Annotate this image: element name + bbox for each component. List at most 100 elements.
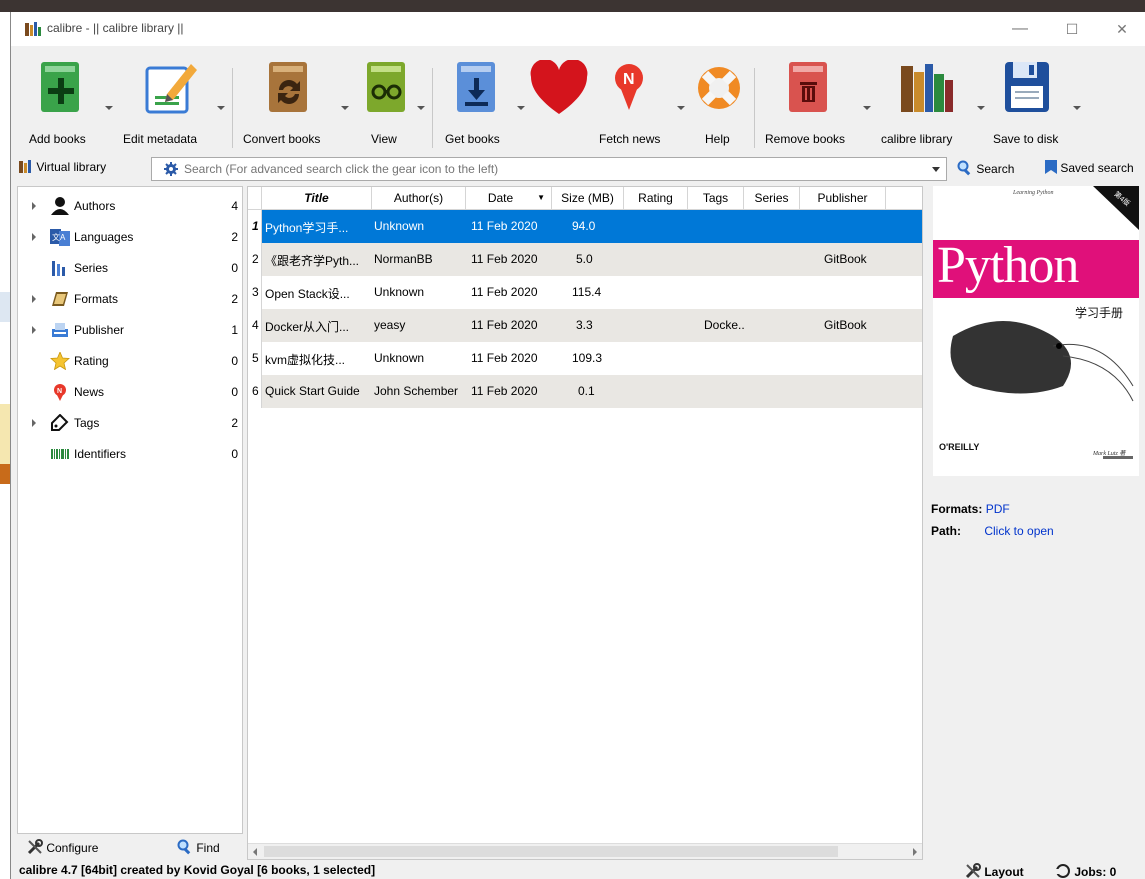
get-books-button[interactable]: Get books [435, 46, 515, 154]
calibre-library-dropdown-arrow[interactable] [977, 106, 985, 110]
authors-icon [51, 197, 69, 215]
background-window-strip [0, 12, 10, 879]
tag-browser-item-series[interactable]: Series 0 [18, 253, 242, 284]
gear-icon[interactable] [164, 162, 178, 176]
virtual-library-button[interactable]: Virtual library [19, 160, 106, 174]
help-label: Help [705, 132, 730, 146]
tag-browser-item-identifiers[interactable]: Identifiers 0 [18, 439, 242, 470]
save-to-disk-dropdown-arrow[interactable] [1073, 106, 1081, 110]
help-lifebuoy-icon [698, 67, 740, 109]
add-books-button[interactable]: Add books [11, 46, 101, 154]
tag-browser-item-languages[interactable]: 文A Languages 2 [18, 222, 242, 253]
save-to-disk-button[interactable]: Save to disk [987, 46, 1067, 154]
cell-title: Open Stack设... [265, 287, 350, 301]
tag-browser-footer: Configure Find [17, 834, 243, 860]
expand-arrow-icon[interactable] [32, 233, 36, 241]
tag-browser-item-tags[interactable]: Tags 2 [18, 408, 242, 439]
format-pdf-link[interactable]: PDF [986, 502, 1010, 516]
path-open-link[interactable]: Click to open [984, 524, 1053, 538]
edit-metadata-icon [145, 64, 197, 114]
add-book-icon [41, 62, 79, 112]
calibre-app-icon [25, 22, 41, 36]
tag-browser-item-publisher[interactable]: Publisher 1 [18, 315, 242, 346]
view-button[interactable]: View [351, 46, 421, 154]
tag-browser-item-news[interactable]: N News 0 [18, 377, 242, 408]
expand-arrow-icon[interactable] [32, 202, 36, 210]
cell-size: 3.3 [576, 318, 593, 332]
search-input[interactable] [184, 160, 924, 178]
cell-date: 11 Feb 2020 [471, 318, 538, 332]
view-dropdown-arrow[interactable] [417, 106, 425, 110]
edit-metadata-dropdown-arrow[interactable] [217, 106, 225, 110]
column-header-date[interactable]: Date ▼ [466, 187, 552, 210]
fetch-news-button[interactable]: N Fetch news [589, 46, 675, 154]
tag-browser-item-rating[interactable]: Rating 0 [18, 346, 242, 377]
expand-arrow-icon[interactable] [32, 419, 36, 427]
svg-text:文A: 文A [52, 232, 66, 242]
convert-books-button[interactable]: Convert books [235, 46, 339, 154]
path-row: Path: Click to open [931, 524, 1054, 538]
edit-metadata-button[interactable]: Edit metadata [115, 46, 225, 154]
horizontal-scrollbar[interactable] [248, 843, 922, 859]
cell-date: 11 Feb 2020 [471, 285, 538, 299]
cover-publisher-logo: O'REILLY [939, 442, 980, 452]
search-field[interactable] [151, 157, 947, 181]
desktop-background-top [0, 0, 1145, 12]
layout-button[interactable]: Layout [965, 863, 1024, 879]
cell-size: 0.1 [578, 384, 595, 398]
cover-subtitle: 学习手册 [1075, 306, 1124, 320]
expand-arrow-icon[interactable] [32, 326, 36, 334]
table-row[interactable]: 6 Quick Start Guide John Schember 11 Feb… [248, 375, 922, 408]
table-row[interactable]: 2 《跟老齐学Pyth... NormanBB 11 Feb 2020 5.0 … [248, 243, 922, 276]
help-button[interactable]: Help [687, 46, 751, 154]
book-cover[interactable]: Learning Python 第4版 Python 学习手册 O'REILLY… [933, 186, 1139, 476]
tag-browser-item-formats[interactable]: Formats 2 [18, 284, 242, 315]
remove-books-dropdown-arrow[interactable] [863, 106, 871, 110]
add-books-dropdown-arrow[interactable] [105, 106, 113, 110]
scrollbar-thumb[interactable] [264, 846, 838, 857]
expand-arrow-icon[interactable] [32, 295, 36, 303]
table-row[interactable]: 1 Python学习手... Unknown 11 Feb 2020 94.0 [248, 210, 922, 243]
search-history-dropdown[interactable] [932, 167, 940, 172]
get-books-dropdown-arrow[interactable] [517, 106, 525, 110]
saved-search-button[interactable]: Saved search [1045, 160, 1134, 175]
convert-books-dropdown-arrow[interactable] [341, 106, 349, 110]
library-icon [19, 160, 31, 173]
table-row[interactable]: 3 Open Stack设... Unknown 11 Feb 2020 115… [248, 276, 922, 309]
cell-title: Quick Start Guide [265, 384, 360, 398]
calibre-library-button[interactable]: calibre library [875, 46, 971, 154]
calibre-library-label: calibre library [881, 132, 953, 146]
column-header-publisher[interactable]: Publisher [800, 187, 886, 210]
minimize-button[interactable]: — [998, 16, 1042, 42]
calibre-library-icon [901, 64, 953, 112]
tag-browser-item-count: 4 [231, 199, 238, 213]
column-header-series[interactable]: Series [744, 187, 800, 210]
find-button[interactable]: Find [177, 839, 220, 855]
table-row[interactable]: 4 Docker从入门... yeasy 11 Feb 2020 3.3 Doc… [248, 309, 922, 342]
tag-browser-item-authors[interactable]: Authors 4 [18, 191, 242, 222]
column-header-tags[interactable]: Tags [688, 187, 744, 210]
saved-search-label: Saved search [1060, 161, 1134, 175]
column-header-authors[interactable]: Author(s) [372, 187, 466, 210]
row-number: 6 [248, 375, 262, 408]
configure-button[interactable]: Configure [27, 839, 98, 855]
row-number: 3 [248, 276, 262, 309]
fetch-news-icon: N [615, 64, 643, 110]
fetch-news-dropdown-arrow[interactable] [677, 106, 685, 110]
book-details-panel: Learning Python 第4版 Python 学习手册 O'REILLY… [927, 186, 1145, 860]
search-button[interactable]: Search [957, 160, 1014, 176]
remove-books-button[interactable]: Remove books [757, 46, 861, 154]
column-header-rating[interactable]: Rating [624, 187, 688, 210]
virtual-library-label: Virtual library [36, 160, 107, 174]
maximize-button[interactable]: ☐ [1050, 16, 1094, 42]
column-header-title[interactable]: Title [262, 187, 372, 210]
column-header-size[interactable]: Size (MB) [552, 187, 624, 210]
table-row[interactable]: 5 kvm虚拟化技... Unknown 11 Feb 2020 109.3 [248, 342, 922, 375]
scroll-right-icon[interactable] [913, 848, 917, 856]
close-button[interactable]: ✕ [1100, 16, 1144, 42]
scroll-left-icon[interactable] [253, 848, 257, 856]
donate-heart-icon[interactable] [529, 60, 589, 116]
tag-browser-item-label: Formats [74, 292, 119, 306]
svg-text:N: N [623, 71, 635, 88]
jobs-button[interactable]: Jobs: 0 [1055, 863, 1116, 879]
